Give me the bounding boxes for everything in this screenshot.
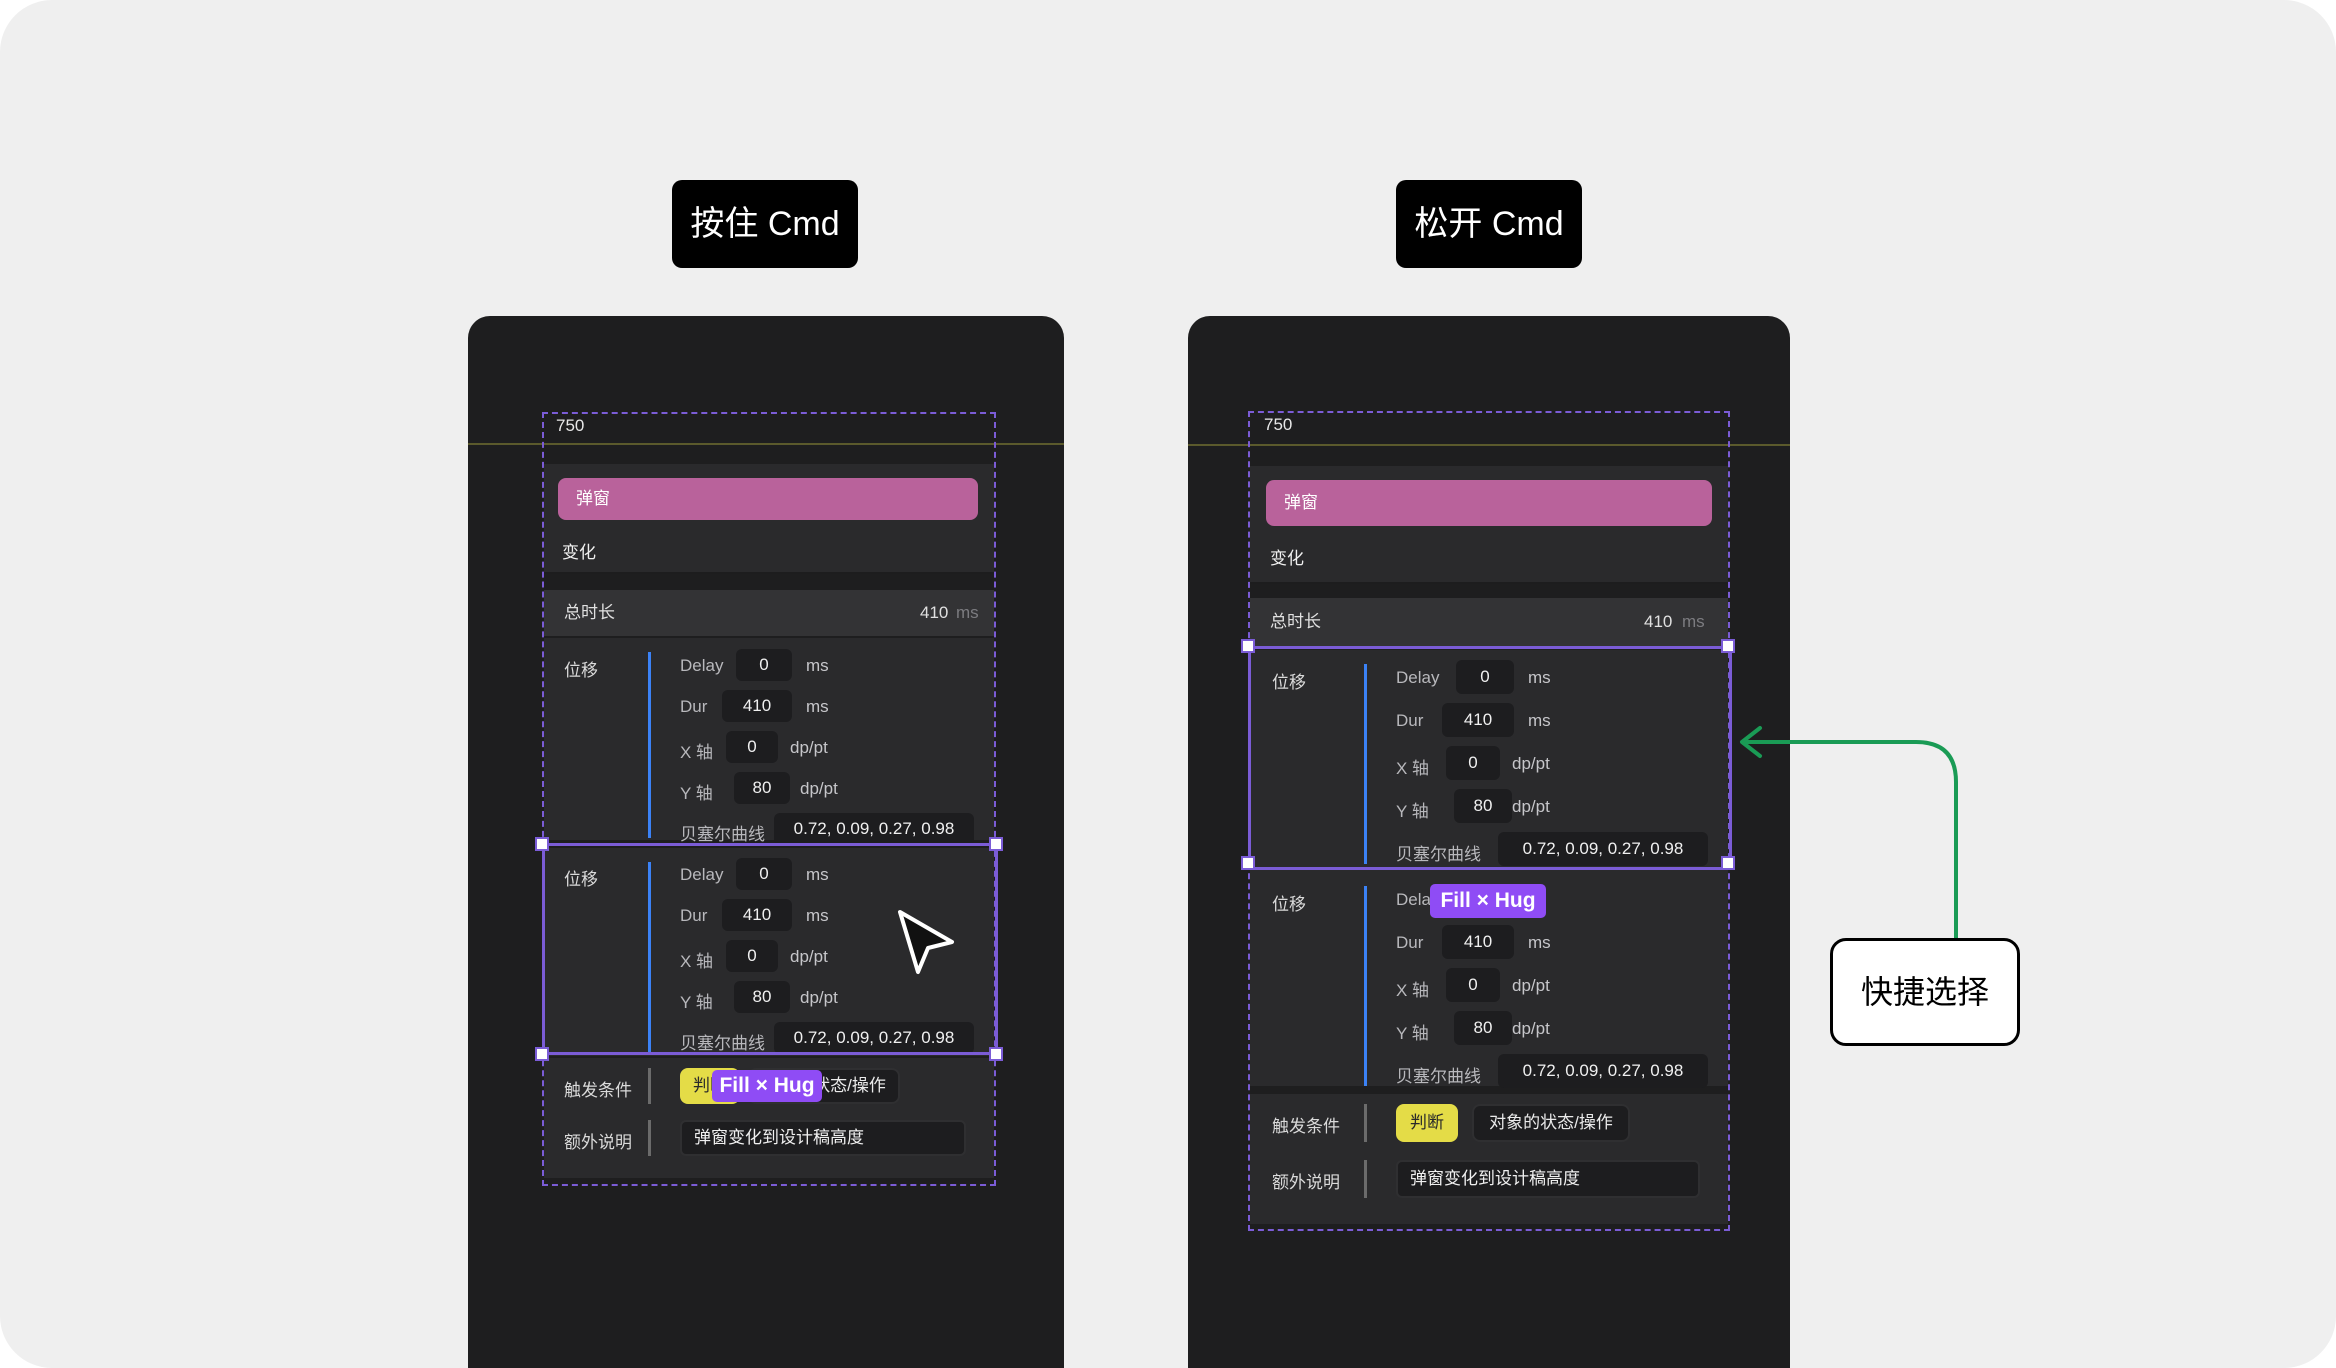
note-label: 额外说明	[564, 1133, 632, 1152]
total-duration-unit: ms	[1682, 612, 1705, 631]
note-bar	[648, 1120, 651, 1156]
dur-unit: ms	[1528, 933, 1551, 952]
bezier-label: 贝塞尔曲线	[680, 825, 765, 844]
dur-input[interactable]: 410	[1442, 925, 1514, 959]
change-label: 变化	[562, 543, 596, 562]
trigger-label: 触发条件	[564, 1081, 632, 1100]
total-duration-value: 410	[1644, 612, 1673, 631]
group-bar-1	[648, 652, 651, 838]
resize-handle-tr[interactable]	[989, 837, 1003, 851]
note-input[interactable]: 弹窗变化到设计稿高度	[1396, 1160, 1700, 1198]
selection-box[interactable]	[1248, 646, 1732, 870]
left-phone-panel: 750 弹窗 变化 总时长 410 ms 位移 Delay 0 ms Dur 4…	[468, 316, 1064, 1368]
x-axis-input[interactable]: 0	[726, 731, 778, 763]
resize-handle-tl[interactable]	[535, 837, 549, 851]
bezier-input[interactable]: 0.72, 0.09, 0.27, 0.98	[774, 813, 974, 845]
group-bar-2	[1364, 886, 1367, 1086]
x-axis-label: X 轴	[1396, 981, 1430, 1000]
dur-label: Dur	[1396, 933, 1424, 952]
total-duration-row: 总时长 410 ms	[544, 590, 994, 636]
translate-title-2: 位移	[1272, 895, 1306, 914]
x-axis-input[interactable]: 0	[1446, 968, 1500, 1002]
resize-handle-tl[interactable]	[1241, 639, 1255, 653]
dur-label: Dur	[680, 697, 708, 716]
quick-select-callout: 快捷选择	[1830, 938, 2020, 1046]
y-axis-unit: dp/pt	[1512, 1019, 1550, 1038]
note-input[interactable]: 弹窗变化到设计稿高度	[680, 1120, 966, 1156]
total-duration-unit: ms	[956, 603, 979, 622]
caption-release-cmd: 松开 Cmd	[1396, 180, 1582, 268]
mouse-cursor-icon	[898, 910, 954, 974]
x-axis-unit: dp/pt	[1512, 976, 1550, 995]
y-axis-label: Y 轴	[680, 784, 713, 803]
x-axis-unit: dp/pt	[790, 738, 828, 757]
delay-input[interactable]: 0	[736, 649, 792, 681]
translate-title-1: 位移	[564, 661, 598, 680]
total-duration-value: 410	[920, 603, 949, 622]
popup-pill[interactable]: 弹窗	[558, 478, 978, 520]
fill-hug-badge: Fill × Hug	[1430, 884, 1546, 918]
popup-pill[interactable]: 弹窗	[1266, 480, 1712, 526]
delay-unit: ms	[806, 656, 829, 675]
dur-unit: ms	[806, 697, 829, 716]
resize-handle-bl[interactable]	[1241, 856, 1255, 870]
trigger-label: 触发条件	[1272, 1117, 1340, 1136]
total-duration-label: 总时长	[564, 603, 615, 622]
shortcut-arrow-icon	[1740, 726, 1958, 938]
judge-tag[interactable]: 判断	[1396, 1104, 1458, 1142]
bezier-label: 贝塞尔曲线	[1396, 1067, 1481, 1086]
resize-handle-bl[interactable]	[535, 1047, 549, 1061]
y-axis-input[interactable]: 80	[734, 772, 790, 804]
delay-label: Delay	[680, 656, 724, 675]
resize-handle-tr[interactable]	[1721, 639, 1735, 653]
frame-width-label: 750	[1264, 415, 1293, 434]
canvas-background	[0, 0, 2336, 1368]
total-duration-row: 总时长 410 ms	[1250, 598, 1728, 646]
y-axis-input[interactable]: 80	[1454, 1011, 1512, 1045]
fill-hug-badge: Fill × Hug	[712, 1070, 822, 1102]
note-bar	[1364, 1160, 1367, 1198]
y-axis-unit: dp/pt	[800, 779, 838, 798]
y-axis-label: Y 轴	[1396, 1024, 1429, 1043]
dur-input[interactable]: 410	[722, 690, 792, 722]
right-phone-panel: 750 弹窗 变化 总时长 410 ms 位移 Delay 0 ms Dur 4…	[1188, 316, 1790, 1368]
resize-handle-br[interactable]	[989, 1047, 1003, 1061]
object-state-tag[interactable]: 对象的状态/操作	[1472, 1104, 1630, 1142]
trigger-bar	[1364, 1104, 1367, 1142]
total-duration-label: 总时长	[1270, 612, 1321, 631]
bezier-input[interactable]: 0.72, 0.09, 0.27, 0.98	[1498, 1054, 1708, 1088]
frame-width-label: 750	[556, 416, 585, 435]
note-label: 额外说明	[1272, 1173, 1340, 1192]
caption-hold-cmd: 按住 Cmd	[672, 180, 858, 268]
x-axis-label: X 轴	[680, 743, 714, 762]
trigger-bar	[648, 1068, 651, 1104]
change-label: 变化	[1270, 549, 1304, 568]
